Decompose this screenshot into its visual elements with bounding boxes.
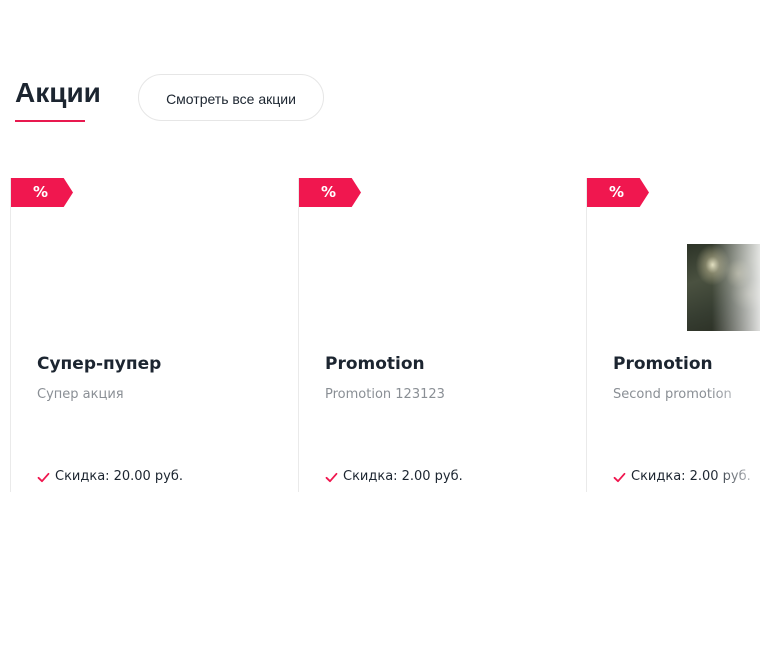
promotion-discount: Скидка: 20.00 руб.	[37, 468, 183, 486]
check-icon	[325, 472, 338, 482]
promotion-title[interactable]: Promotion	[325, 352, 425, 376]
promotions-list: % Супер-пупер Супер акция Скидка: 20.00 …	[10, 178, 760, 492]
promotion-subtitle: Супер акция	[37, 387, 124, 402]
discount-label: Скидка:	[631, 469, 686, 484]
percent-icon: %	[33, 183, 49, 201]
promotion-card[interactable]: % Promotion Second promotion Скидка: 2.0…	[586, 178, 760, 492]
check-icon	[613, 472, 626, 482]
percent-badge: %	[11, 178, 73, 207]
percent-icon: %	[321, 183, 337, 201]
promotion-subtitle: Promotion 123123	[325, 387, 445, 402]
discount-value: 2.00 руб.	[689, 469, 751, 484]
promotion-discount: Скидка: 2.00 руб.	[613, 468, 751, 486]
promotion-title[interactable]: Супер-пупер	[37, 352, 161, 376]
discount-label: Скидка:	[55, 469, 110, 484]
promotion-image[interactable]	[687, 244, 760, 331]
percent-badge: %	[299, 178, 361, 207]
promotion-title[interactable]: Promotion	[613, 352, 713, 376]
discount-value: 2.00 руб.	[401, 469, 463, 484]
promotion-card[interactable]: % Супер-пупер Супер акция Скидка: 20.00 …	[10, 178, 298, 492]
check-icon	[37, 472, 50, 482]
discount-value: 20.00 руб.	[113, 469, 184, 484]
promotion-card[interactable]: % Promotion Promotion 123123 Скидка: 2.0…	[298, 178, 586, 492]
view-all-promotions-button[interactable]: Смотреть все акции	[138, 74, 324, 121]
percent-icon: %	[609, 183, 625, 201]
promotion-discount: Скидка: 2.00 руб.	[325, 468, 463, 486]
percent-badge: %	[587, 178, 649, 207]
title-underline	[15, 120, 85, 122]
promotion-subtitle: Second promotion	[613, 387, 732, 402]
section-title: Акции	[15, 77, 101, 108]
discount-label: Скидка:	[343, 469, 398, 484]
